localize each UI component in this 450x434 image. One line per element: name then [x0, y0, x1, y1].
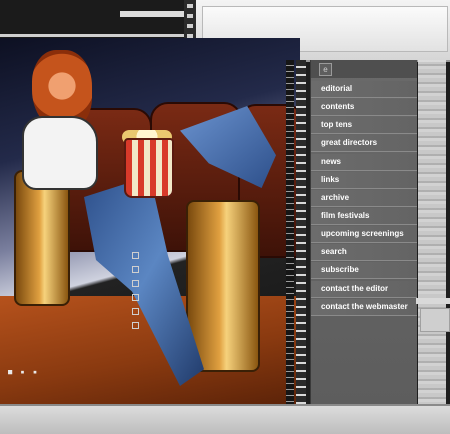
nav-item-contact-webmaster[interactable]: contact the webmaster: [311, 298, 417, 316]
nav-item-contents[interactable]: contents: [311, 99, 417, 117]
grid-marker: [132, 280, 139, 287]
grid-marker: [132, 322, 139, 329]
nav-item-news[interactable]: news: [311, 153, 417, 171]
nav-item-search[interactable]: search: [311, 244, 417, 262]
grid-marker: [132, 308, 139, 315]
top-decor-bar: [120, 11, 190, 17]
nav-list: editorial contents top tens great direct…: [311, 81, 417, 317]
decor-bar: [416, 298, 450, 304]
grid-marker: [132, 252, 139, 259]
divider-strip: [296, 60, 306, 404]
nav-item-top-tens[interactable]: top tens: [311, 117, 417, 135]
main-navigation: e editorial contents top tens great dire…: [310, 60, 417, 404]
logo-badge-icon: e: [319, 63, 332, 76]
seat-armrest-right: [186, 200, 260, 372]
grid-marker: [132, 294, 139, 301]
nav-item-contact-editor[interactable]: contact the editor: [311, 280, 417, 298]
hero-illustration: ■ ▪ ▪: [0, 38, 300, 404]
page: ■ ▪ ▪ e editorial contents top tens grea…: [0, 0, 450, 434]
top-left-header: [0, 0, 196, 38]
decor-code-column: [418, 60, 446, 404]
nav-item-film-festivals[interactable]: film festivals: [311, 207, 417, 225]
grid-marker: [132, 266, 139, 273]
nav-item-archive[interactable]: archive: [311, 189, 417, 207]
nav-item-great-directors[interactable]: great directors: [311, 135, 417, 153]
decor-box: [420, 308, 450, 332]
divider-strip: [286, 60, 294, 404]
nav-item-subscribe[interactable]: subscribe: [311, 262, 417, 280]
woman-shirt: [22, 116, 98, 190]
nav-item-upcoming-screenings[interactable]: upcoming screenings: [311, 226, 417, 244]
nav-header: e: [311, 60, 417, 78]
seat-armrest-left: [14, 170, 70, 306]
nav-item-links[interactable]: links: [311, 171, 417, 189]
decor-dots: ■ ▪ ▪: [8, 368, 40, 376]
footer-bar: [0, 404, 450, 434]
popcorn-icon: [124, 138, 174, 198]
top-decor-line: [0, 34, 196, 37]
nav-item-editorial[interactable]: editorial: [311, 81, 417, 98]
